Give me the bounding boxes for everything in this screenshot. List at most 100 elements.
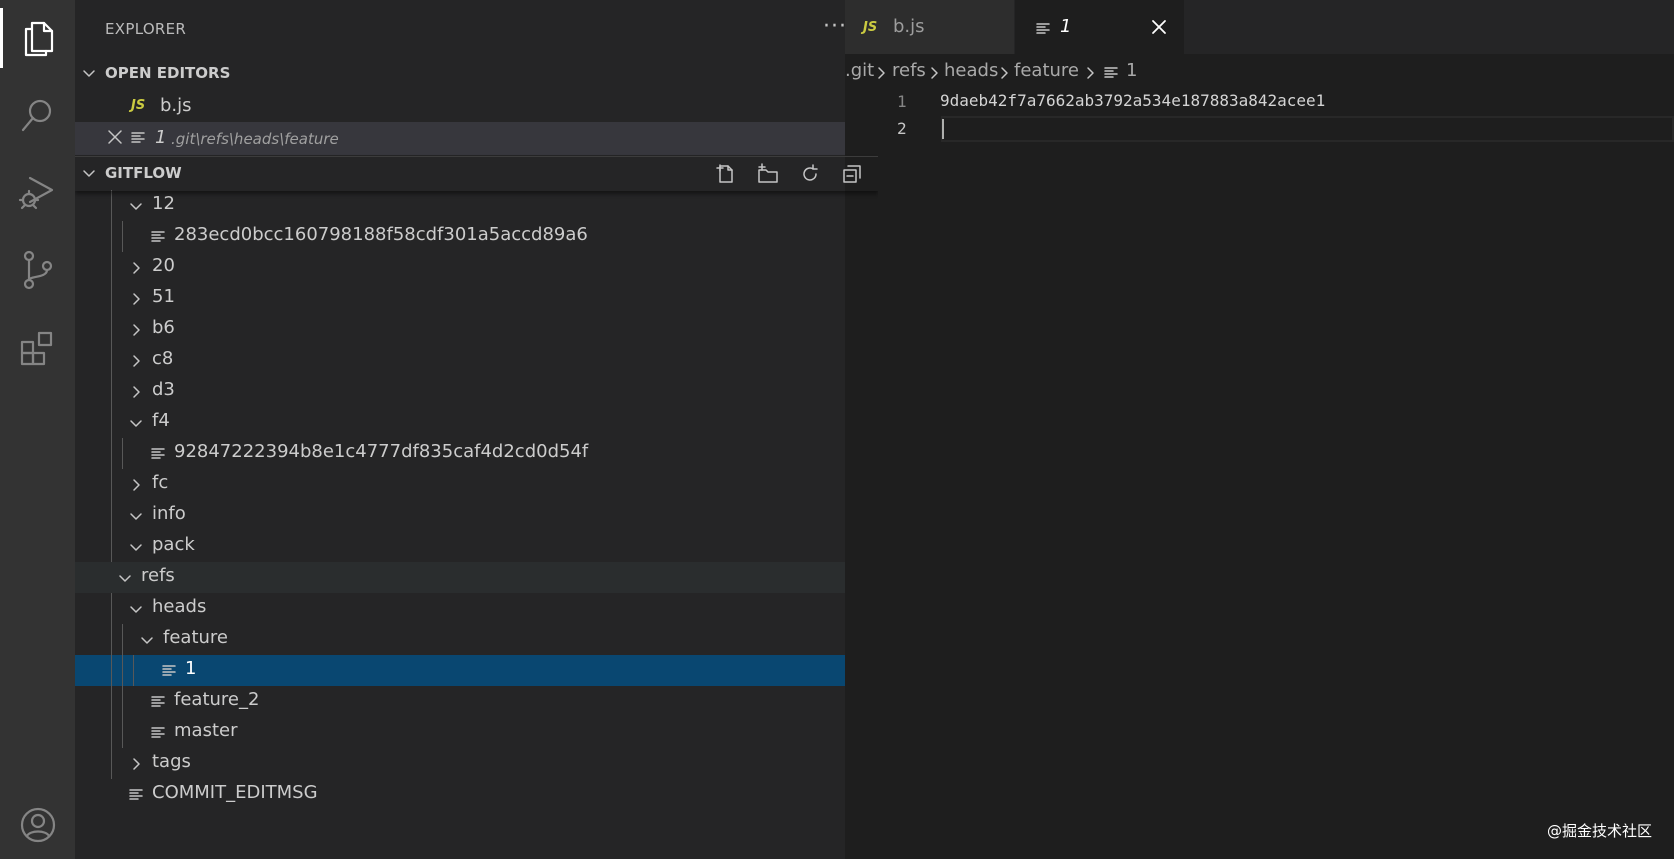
breadcrumb-heads[interactable]: heads [944, 60, 998, 81]
tree-folder[interactable]: 20 [75, 252, 878, 283]
indent-guide [111, 190, 112, 221]
tree-folder[interactable]: c8 [75, 345, 878, 376]
tree-folder[interactable]: feature [75, 624, 878, 655]
open-editor-path: .git\refs\heads\feature [171, 130, 339, 148]
tree-file[interactable]: master [75, 717, 878, 748]
indent-guide [111, 407, 112, 438]
open-editor-label: 1 [155, 127, 167, 148]
breadcrumb-git[interactable]: .git [845, 60, 874, 81]
indent-guide [111, 221, 112, 252]
chevron-right-icon [133, 324, 140, 336]
sidebar-header: EXPLORER ··· [75, 0, 878, 60]
indent-guide [111, 717, 112, 748]
chevron-down-icon [130, 544, 142, 551]
indent-guide [111, 376, 112, 407]
chevron-right-icon [133, 479, 140, 491]
tree-file[interactable]: 1 [75, 655, 878, 686]
open-editors-title: OPEN EDITORS [105, 64, 231, 82]
watermark: @掘金技术社区 [1546, 822, 1652, 840]
account-icon[interactable] [0, 795, 75, 855]
tree-file[interactable]: COMMIT_EDITMSG [75, 779, 878, 810]
gitflow-title: GITFLOW [105, 164, 182, 182]
indent-guide [111, 593, 112, 624]
chevron-down-icon [83, 170, 95, 177]
tree-folder[interactable]: 12 [75, 190, 878, 221]
breadcrumb: .git refs heads feature 1 [845, 54, 1674, 90]
tree-folder[interactable]: b6 [75, 314, 878, 345]
tree-item-label: fc [152, 472, 169, 493]
indent-guide [111, 252, 112, 283]
text-file-icon [1104, 67, 1118, 78]
close-icon[interactable] [106, 128, 124, 146]
current-line-highlight [941, 116, 1674, 142]
text-file-icon [151, 448, 165, 459]
tree-item-label: master [174, 720, 238, 741]
gitflow-toolbar [710, 161, 868, 187]
tree-folder[interactable]: heads [75, 593, 878, 624]
chevron-down-icon [83, 70, 95, 77]
tree-folder[interactable]: tags [75, 748, 878, 779]
chevron-down-icon [130, 420, 142, 427]
indent-guide [111, 748, 112, 779]
text-file-icon [129, 789, 143, 800]
chevron-right-icon [931, 67, 938, 79]
breadcrumb-file[interactable]: 1 [1126, 60, 1137, 81]
chevron-down-icon [119, 575, 131, 582]
run-debug-icon[interactable] [0, 162, 75, 222]
tree-file[interactable]: 283ecd0bcc160798188f58cdf301a5accd89a6 [75, 221, 878, 252]
tree-folder[interactable]: pack [75, 531, 878, 562]
new-folder-icon[interactable] [752, 161, 784, 187]
tree-folder[interactable]: refs [75, 562, 878, 593]
tree-folder[interactable]: f4 [75, 407, 878, 438]
text-file-icon [131, 132, 145, 143]
refresh-icon[interactable] [794, 161, 826, 187]
tree-item-label: 283ecd0bcc160798188f58cdf301a5accd89a6 [174, 224, 588, 245]
tree-file[interactable]: feature_2 [75, 686, 878, 717]
tree-item-label: info [152, 503, 186, 524]
tree-item-label: pack [152, 534, 195, 555]
open-editor-item-1[interactable]: 1 .git\refs\heads\feature [75, 122, 878, 155]
sidebar-title: EXPLORER [105, 20, 187, 38]
close-icon[interactable] [1150, 18, 1168, 36]
tree-folder[interactable]: info [75, 500, 878, 531]
code-line[interactable]: 9daeb42f7a7662ab3792a534e187883a842acee1 [940, 91, 1325, 110]
collapse-all-icon[interactable] [836, 161, 868, 187]
new-file-icon[interactable] [710, 161, 742, 187]
gitflow-section-header[interactable]: GITFLOW [75, 156, 878, 191]
indent-guide [111, 686, 112, 717]
tree-file[interactable]: 92847222394b8e1c4777df835caf4d2cd0d54f [75, 438, 878, 469]
search-icon[interactable] [0, 85, 75, 145]
tab-label: b.js [893, 16, 925, 37]
tree-item-label: feature [163, 627, 228, 648]
indent-guide [122, 717, 123, 748]
breadcrumb-feature[interactable]: feature [1014, 60, 1079, 81]
tree-item-label: heads [152, 596, 207, 617]
chevron-right-icon [1087, 67, 1094, 79]
open-editors-section-header[interactable]: OPEN EDITORS [75, 57, 878, 89]
open-editor-label: b.js [160, 95, 192, 116]
tree-folder[interactable]: fc [75, 469, 878, 500]
files-icon[interactable] [0, 8, 75, 68]
tree-item-label: refs [141, 565, 175, 586]
tree-item-label: b6 [152, 317, 175, 338]
chevron-right-icon [133, 293, 140, 305]
text-file-icon [151, 696, 165, 707]
extensions-icon[interactable] [0, 318, 75, 378]
tab-label: 1 [1060, 16, 1072, 37]
indent-guide [111, 314, 112, 345]
indent-guide [111, 283, 112, 314]
open-editor-item-bjs[interactable]: JS b.js [75, 90, 878, 123]
more-actions-button[interactable]: ··· [823, 14, 847, 39]
indent-guide [111, 438, 112, 469]
tab-1[interactable]: 1 [1015, 0, 1185, 54]
file-tree: 12 283ecd0bcc160798188f58cdf301a5accd89a6… [75, 190, 878, 859]
chevron-down-icon [130, 203, 142, 210]
breadcrumb-refs[interactable]: refs [892, 60, 926, 81]
source-control-icon[interactable] [0, 240, 75, 300]
tab-bar: JS b.js 1 [845, 0, 1674, 54]
tree-folder[interactable]: 51 [75, 283, 878, 314]
tree-folder[interactable]: d3 [75, 376, 878, 407]
tab-bjs[interactable]: JS b.js [845, 0, 1015, 54]
tree-item-label: tags [152, 751, 191, 772]
text-file-icon [151, 727, 165, 738]
